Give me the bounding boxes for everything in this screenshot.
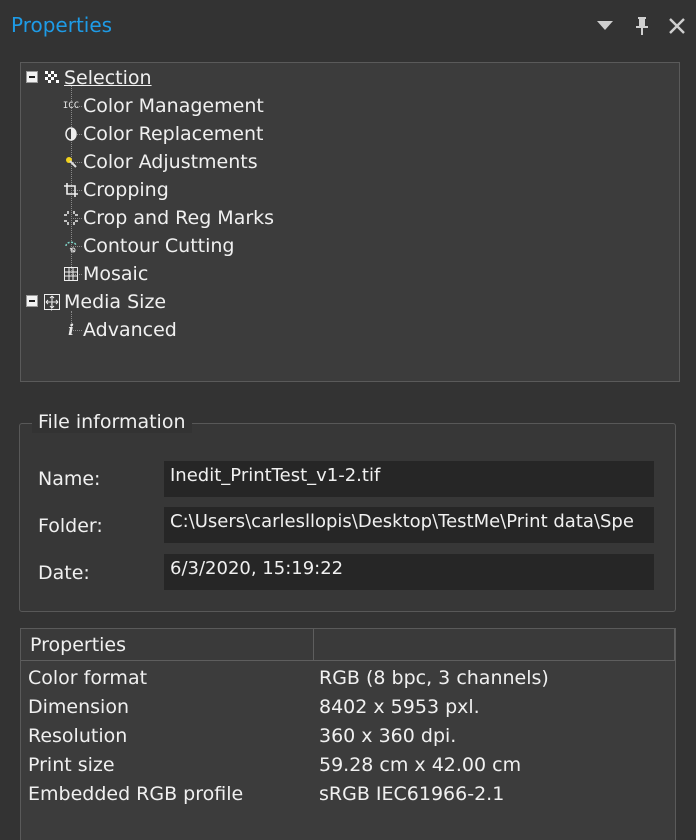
- tree-item-label: Selection: [64, 67, 152, 89]
- name-field[interactable]: Inedit_PrintTest_v1-2.tif: [164, 461, 654, 497]
- triangle-down-icon[interactable]: [592, 12, 618, 40]
- settings-tree[interactable]: Selection ICC Color Management Color Rep…: [20, 62, 680, 382]
- property-value: 360 x 360 dpi.: [319, 725, 457, 747]
- tree-item-label: Crop and Reg Marks: [83, 207, 275, 229]
- property-value: sRGB IEC61966-2.1: [319, 783, 505, 805]
- tree-item-label: Color Management: [83, 95, 264, 117]
- adjust-wand-icon: [62, 153, 80, 171]
- tree-item-label: Color Replacement: [83, 123, 264, 145]
- property-name: Resolution: [28, 725, 128, 747]
- tree-item-contour-cutting[interactable]: Contour Cutting: [62, 233, 235, 259]
- table-row[interactable]: Color format RGB (8 bpc, 3 channels): [21, 664, 675, 693]
- column-header-properties[interactable]: Properties: [21, 629, 314, 661]
- table-row[interactable]: Dimension 8402 x 5953 pxl.: [21, 693, 675, 722]
- properties-table[interactable]: Properties Color format RGB (8 bpc, 3 ch…: [20, 628, 676, 840]
- tree-item-label: Cropping: [83, 179, 169, 201]
- property-name: Embedded RGB profile: [28, 783, 244, 805]
- column-header-value[interactable]: [314, 629, 675, 661]
- table-row[interactable]: Print size 59.28 cm x 42.00 cm: [21, 751, 675, 780]
- panel-title: Properties: [11, 13, 113, 37]
- tree-item-label: Media Size: [64, 291, 167, 313]
- property-name: Color format: [28, 667, 148, 689]
- pin-icon[interactable]: [629, 12, 655, 40]
- selection-icon: [43, 69, 61, 87]
- property-value: 59.28 cm x 42.00 cm: [319, 754, 522, 776]
- collapse-selection-toggle[interactable]: [26, 71, 38, 83]
- date-field[interactable]: 6/3/2020, 15:19:22: [164, 554, 654, 590]
- tree-item-color-replacement[interactable]: Color Replacement: [62, 121, 264, 147]
- crop-icon: [62, 181, 80, 199]
- tree-item-color-management[interactable]: ICC Color Management: [62, 93, 264, 119]
- crop-marks-icon: [62, 209, 80, 227]
- table-row[interactable]: Embedded RGB profile sRGB IEC61966-2.1: [21, 780, 675, 809]
- contour-cut-icon: [62, 237, 80, 255]
- close-icon[interactable]: [664, 12, 690, 40]
- media-size-icon: [43, 293, 61, 311]
- tree-item-cropping[interactable]: Cropping: [62, 177, 169, 203]
- tree-item-mosaic[interactable]: Mosaic: [62, 261, 148, 287]
- folder-label: Folder:: [38, 515, 103, 537]
- tree-item-color-adjustments[interactable]: Color Adjustments: [62, 149, 258, 175]
- info-icon: i: [68, 321, 74, 339]
- tree-item-label: Contour Cutting: [83, 235, 235, 257]
- contrast-icon: [62, 125, 80, 143]
- property-value: 8402 x 5953 pxl.: [319, 696, 480, 718]
- name-label: Name:: [38, 468, 101, 490]
- property-value: RGB (8 bpc, 3 channels): [319, 667, 549, 689]
- file-information-legend: File information: [32, 411, 192, 433]
- property-name: Dimension: [28, 696, 129, 718]
- icc-icon: ICC: [62, 101, 80, 111]
- collapse-media-size-toggle[interactable]: [26, 295, 38, 307]
- tree-item-label: Mosaic: [83, 263, 149, 285]
- folder-field[interactable]: C:\Users\carlesllopis\Desktop\TestMe\Pri…: [164, 507, 654, 543]
- tree-item-crop-and-reg-marks[interactable]: Crop and Reg Marks: [62, 205, 274, 231]
- tree-item-advanced[interactable]: i Advanced: [62, 317, 177, 343]
- tree-item-label: Color Adjustments: [83, 151, 258, 173]
- table-row[interactable]: Resolution 360 x 360 dpi.: [21, 722, 675, 751]
- panel-titlebar: Properties: [0, 0, 696, 54]
- tree-item-media-size[interactable]: Media Size: [43, 289, 166, 315]
- property-name: Print size: [28, 754, 115, 776]
- mosaic-grid-icon: [62, 265, 80, 283]
- tree-item-label: Advanced: [83, 319, 177, 341]
- tree-item-selection[interactable]: Selection: [43, 65, 152, 91]
- date-label: Date:: [38, 562, 90, 584]
